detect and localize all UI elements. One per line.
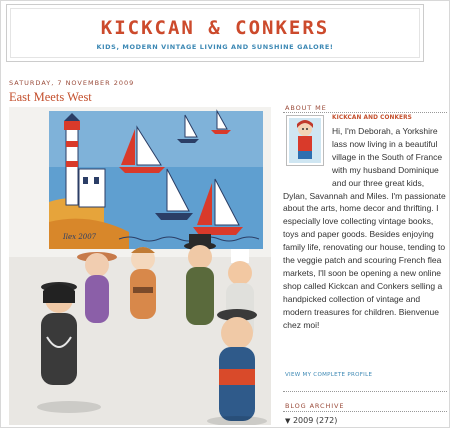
archive-divider-top (283, 391, 447, 392)
about-divider (283, 112, 447, 113)
painting: Ilex 2007 (49, 109, 263, 249)
archive-count: (272) (315, 416, 338, 425)
post-image[interactable]: Ilex 2007 (9, 107, 271, 425)
profile-bio: Hi, I'm Deborah, a Yorkshire lass now li… (283, 125, 446, 332)
collapse-toggle-icon[interactable]: ▼ (285, 417, 290, 425)
painting-signature: Ilex 2007 (62, 233, 97, 241)
profile-name[interactable]: KICKCAN AND CONKERS (332, 115, 412, 121)
blog-archive-heading: BLOG ARCHIVE (285, 402, 345, 410)
post-photo: Ilex 2007 (9, 107, 271, 425)
archive-year-row[interactable]: ▼ 2009 (272) (285, 416, 337, 425)
view-profile-link[interactable]: VIEW MY COMPLETE PROFILE (285, 372, 372, 378)
archive-divider (283, 411, 447, 412)
about-me-heading: ABOUT ME (285, 104, 327, 112)
sidebar: ABOUT ME KICKCAN AND CONKERS Hi, I'm Deb… (283, 0, 448, 428)
post-date: SATURDAY, 7 NOVEMBER 2009 (9, 79, 135, 87)
archive-year[interactable]: 2009 (293, 416, 313, 425)
post-title[interactable]: East Meets West (9, 90, 92, 105)
